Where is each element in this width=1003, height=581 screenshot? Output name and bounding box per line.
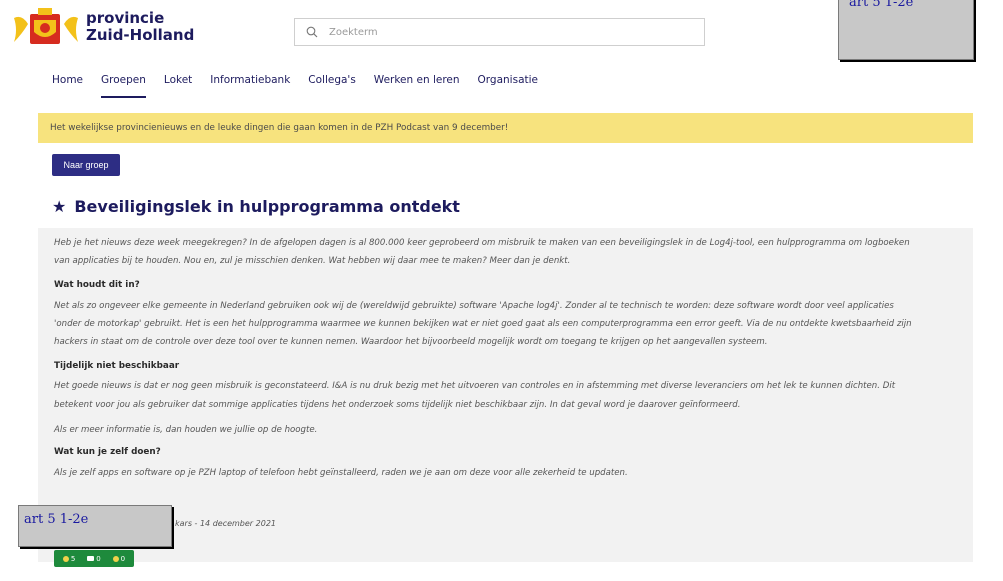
search-input[interactable]	[329, 26, 689, 38]
reaction-bar: 5 0 0	[54, 550, 134, 567]
likes-count: 0	[120, 554, 126, 563]
like-icon	[112, 555, 119, 562]
views-count: 5	[70, 554, 76, 563]
nav-item-organisatie[interactable]: Organisatie	[478, 74, 538, 98]
search-icon	[303, 23, 321, 41]
views-counter[interactable]: 5	[62, 554, 76, 563]
go-to-group-button[interactable]: Naar groep	[52, 154, 120, 176]
article-paragraph-1-line-1: Net als zo ongeveer elke gemeente in Ned…	[54, 301, 894, 311]
star-icon[interactable]: ★	[52, 197, 66, 216]
article-paragraph-2-line-2: betekent voor jou als gebruiker dat somm…	[54, 400, 741, 410]
nav-item-groepen[interactable]: Groepen	[101, 74, 146, 98]
brand-name[interactable]: provincie Zuid-Holland	[86, 10, 194, 44]
comment-icon	[87, 556, 95, 561]
article-paragraph-4: Als je zelf apps en software op je PZH l…	[54, 468, 628, 478]
article-paragraph-1-line-2: 'onder de motorkap' gebruikt. Het is een…	[54, 319, 912, 329]
article-intro-line-2: van applicaties bij te houden. Nou en, z…	[54, 256, 571, 266]
article-heading-1: Wat houdt dit in?	[54, 280, 140, 290]
redaction-label: art 5 1-2e	[24, 512, 89, 527]
redaction-label: art 5 1-2e	[849, 0, 914, 10]
brand-line-2: Zuid-Holland	[86, 26, 195, 44]
article-byline: kars - 14 december 2021	[175, 519, 276, 528]
redaction-box-bottom-left: art 5 1-2e	[18, 505, 172, 547]
comments-counter[interactable]: 0	[87, 554, 101, 563]
article-intro-line-1: Heb je het nieuws deze week meegekregen?…	[54, 238, 910, 248]
article-paragraph-1-line-3: hackers in staat om de controle over dez…	[54, 337, 768, 347]
views-icon	[62, 555, 69, 562]
announcement-banner[interactable]: Het wekelijkse provincienieuws en de leu…	[38, 113, 973, 143]
nav-item-werken-en-leren[interactable]: Werken en leren	[374, 74, 460, 98]
coat-of-arms-logo[interactable]	[8, 8, 84, 48]
article-heading-3: Wat kun je zelf doen?	[54, 447, 161, 457]
likes-counter[interactable]: 0	[112, 554, 126, 563]
article-heading-2: Tijdelijk niet beschikbaar	[54, 361, 180, 371]
article-title-text: Beveiligingslek in hulpprogramma ontdekt	[74, 197, 460, 216]
nav-item-home[interactable]: Home	[52, 74, 83, 98]
article-title: ★ Beveiligingslek in hulpprogramma ontde…	[52, 197, 460, 216]
nav-item-informatiebank[interactable]: Informatiebank	[210, 74, 290, 98]
search-box[interactable]	[294, 18, 705, 46]
nav-item-loket[interactable]: Loket	[164, 74, 192, 98]
article-paragraph-3: Als er meer informatie is, dan houden we…	[54, 425, 318, 435]
redaction-box-top-right: art 5 1-2e	[838, 0, 974, 60]
main-navigation: Home Groepen Loket Informatiebank Colleg…	[52, 74, 538, 98]
article-paragraph-2-line-1: Het goede nieuws is dat er nog geen misb…	[54, 381, 896, 391]
brand-line-1: provincie	[86, 9, 165, 27]
comments-count: 0	[96, 554, 101, 563]
nav-item-collegas[interactable]: Collega's	[308, 74, 356, 98]
